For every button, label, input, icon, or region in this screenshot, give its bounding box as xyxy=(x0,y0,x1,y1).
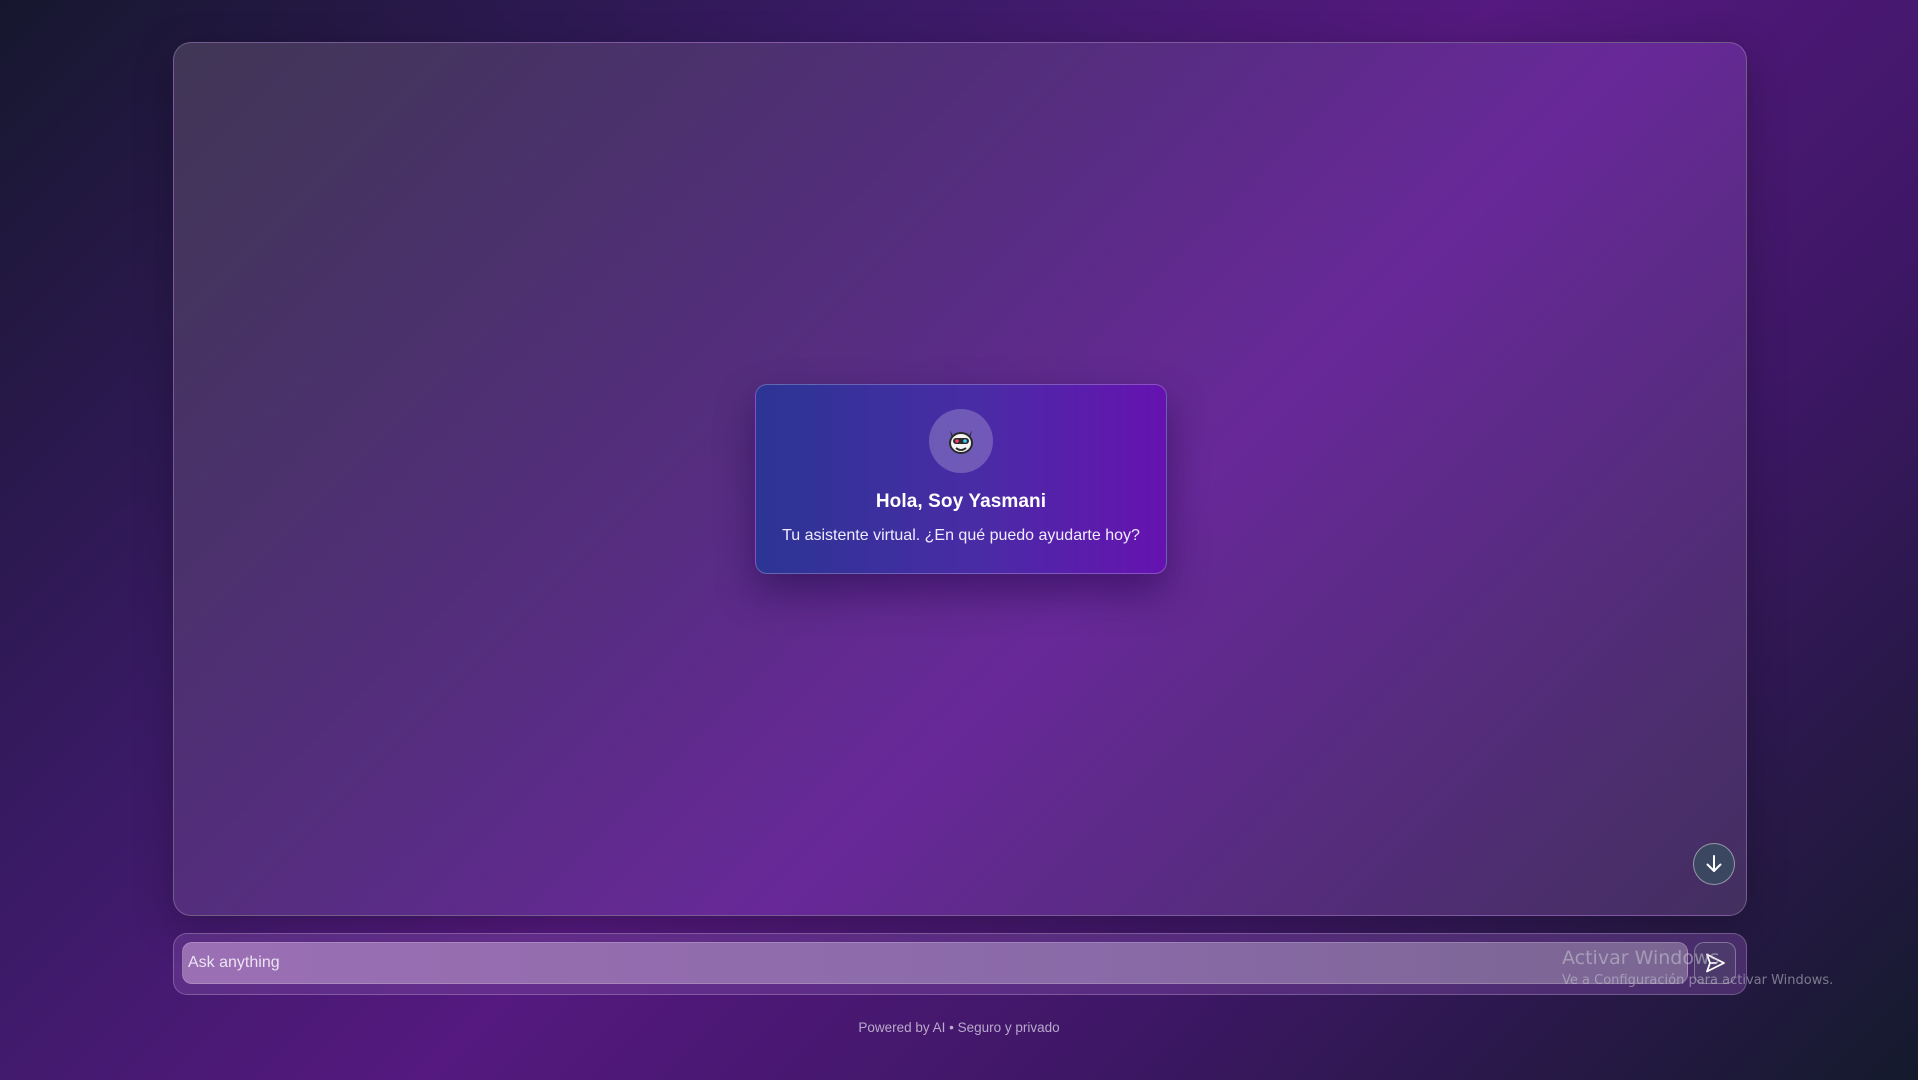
footer-note: Powered by AI • Seguro y privado xyxy=(858,1020,1060,1035)
robot-avatar-icon xyxy=(929,409,993,473)
message-composer xyxy=(173,933,1747,995)
welcome-subtitle: Tu asistente virtual. ¿En qué puedo ayud… xyxy=(782,527,1140,544)
send-button[interactable] xyxy=(1694,942,1736,984)
scroll-to-bottom-button[interactable] xyxy=(1693,843,1735,885)
chat-messages-area[interactable]: Hola, Soy Yasmani Tu asistente virtual. … xyxy=(173,42,1747,916)
welcome-card: Hola, Soy Yasmani Tu asistente virtual. … xyxy=(755,384,1167,574)
arrow-down-icon xyxy=(1706,855,1722,872)
welcome-title: Hola, Soy Yasmani xyxy=(875,491,1047,512)
message-input[interactable] xyxy=(182,942,1688,984)
send-icon xyxy=(1706,953,1725,973)
